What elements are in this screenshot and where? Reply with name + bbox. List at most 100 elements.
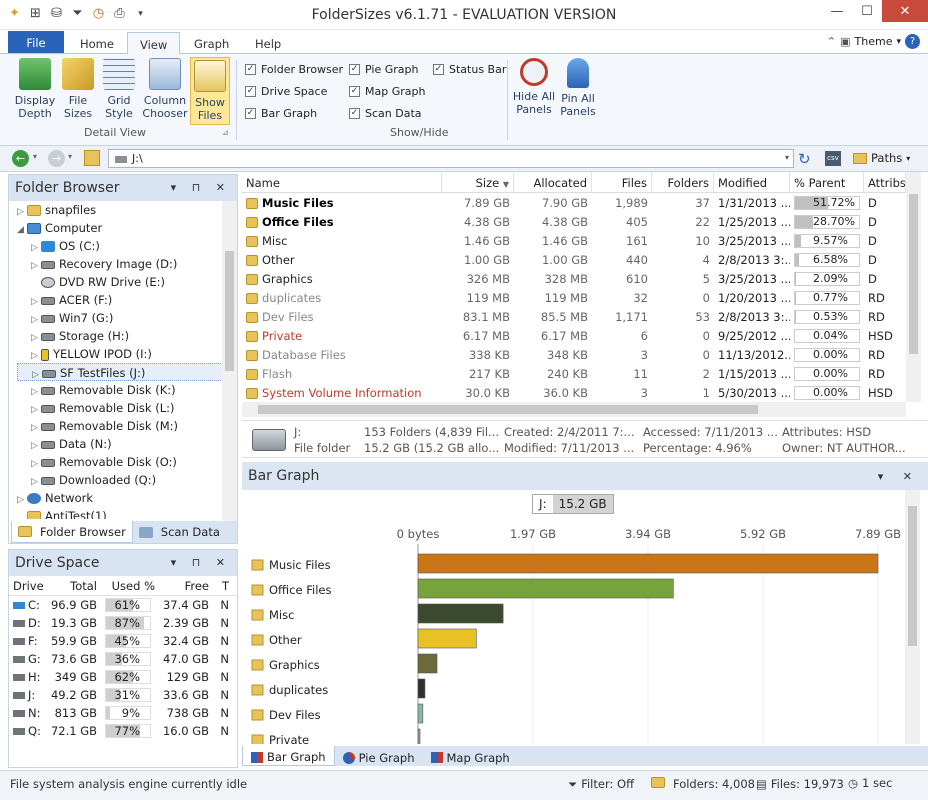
drive-row[interactable]: F: 59.9 GB 45% 32.4 GB N — [9, 632, 237, 650]
col-drive[interactable]: Drive — [9, 579, 47, 593]
tree-item[interactable]: ▷ OS (C:) — [17, 237, 237, 255]
chevron-down-icon[interactable]: ▾ — [785, 153, 789, 162]
tree-item[interactable]: ▷ Win7 (G:) — [17, 309, 237, 327]
forward-icon[interactable]: → — [48, 150, 65, 167]
col-free[interactable]: Free — [155, 579, 209, 593]
maximize-button[interactable]: ☐ — [852, 0, 882, 22]
col-name[interactable]: Name — [242, 172, 442, 192]
column-chooser-button[interactable]: Column Chooser — [142, 58, 188, 120]
col-total[interactable]: Total — [47, 579, 97, 593]
tab-pie-graph[interactable]: Pie Graph — [335, 746, 423, 766]
file-sizes-button[interactable]: File Sizes — [60, 58, 96, 120]
export-icon[interactable]: csv — [825, 151, 841, 166]
paths-button[interactable]: Paths ▾ — [853, 151, 910, 165]
drive-row[interactable]: J: 49.2 GB 31% 33.6 GB N — [9, 686, 237, 704]
bar[interactable] — [417, 553, 879, 574]
tree-item[interactable]: ▷ Removable Disk (M:) — [17, 417, 237, 435]
table-row[interactable]: duplicates 119 MB 119 MB 32 0 1/20/2013 ... 0.… — [242, 288, 906, 307]
tree-item[interactable]: ▷ snapfiles — [17, 201, 237, 219]
tree-item[interactable]: AntiTest(1) — [17, 507, 237, 519]
grid-vscrollbar-thumb[interactable] — [909, 194, 918, 354]
tree-item[interactable]: ▷ Data (N:) — [17, 435, 237, 453]
bar[interactable] — [417, 703, 424, 724]
col-percent-parent[interactable]: % Parent — [790, 172, 864, 192]
tree-item[interactable]: ◢ Computer — [17, 219, 237, 237]
table-row[interactable]: System Volume Information 30.0 KB 36.0 KB 3… — [242, 383, 906, 402]
tree-item[interactable]: ▷ Downloaded (Q:) — [17, 471, 237, 489]
collapse-ribbon-icon[interactable]: ⌃ — [827, 35, 836, 48]
graph-root-label[interactable]: J: 15.2 GB — [532, 494, 614, 514]
drive-row[interactable]: D: 19.3 GB 87% 2.39 GB N — [9, 614, 237, 632]
chevron-down-icon[interactable]: ▾ — [33, 152, 37, 161]
tab-file[interactable]: File — [8, 31, 64, 53]
tree-scrollbar[interactable] — [222, 201, 237, 521]
grid-hscrollbar-thumb[interactable] — [258, 405, 758, 414]
up-folder-icon[interactable] — [84, 150, 100, 166]
graph-vscrollbar[interactable] — [905, 490, 920, 744]
table-row[interactable]: Office Files 4.38 GB 4.38 GB 405 22 1/25/2013… — [242, 212, 906, 231]
tree-item[interactable]: ▷ Storage (H:) — [17, 327, 237, 345]
panel-controls[interactable]: ▾ ⊓ ✕ — [171, 556, 231, 569]
table-row[interactable]: Flash 217 KB 240 KB 11 2 1/15/2013 ... 0.00% RD — [242, 364, 906, 383]
drive-row[interactable]: H: 349 GB 62% 129 GB N — [9, 668, 237, 686]
dialog-launcher-icon[interactable]: ⊿ — [222, 128, 229, 137]
drive-row[interactable]: Q: 72.1 GB 77% 16.0 GB N — [9, 722, 237, 740]
pie-graph-checkbox[interactable]: ✓ Pie Graph — [349, 63, 418, 76]
refresh-icon[interactable]: ↻ — [798, 150, 811, 168]
expand-arrow-icon[interactable]: ◢ — [17, 221, 27, 239]
table-row[interactable]: Dev Files 83.1 MB 85.5 MB 1,171 53 2/8/2013 3… — [242, 307, 906, 326]
col-modified[interactable]: Modified — [714, 172, 790, 192]
table-row[interactable]: Private 6.17 MB 6.17 MB 6 0 9/25/2012 ... 0.04… — [242, 326, 906, 345]
tree-item[interactable]: ▷ Removable Disk (L:) — [17, 399, 237, 417]
minimize-button[interactable]: — — [822, 0, 852, 22]
tab-bar-graph[interactable]: Bar Graph — [242, 746, 335, 766]
tab-view[interactable]: View — [127, 32, 181, 55]
tree-item[interactable]: ▷ SF TestFiles (J:) — [17, 363, 237, 381]
table-row[interactable]: Misc 1.46 GB 1.46 GB 161 10 3/25/2013 ... 9.57… — [242, 231, 906, 250]
bar-graph-checkbox[interactable]: ✓ Bar Graph — [245, 107, 317, 120]
panel-controls[interactable]: ▾ ✕ — [878, 470, 920, 483]
col-files[interactable]: Files — [592, 172, 652, 192]
col-type[interactable]: T — [209, 579, 229, 593]
expand-arrow-icon[interactable]: ▷ — [31, 347, 41, 365]
table-row[interactable]: Graphics 326 MB 328 MB 610 5 3/25/2013 ... 2.0… — [242, 269, 906, 288]
bar[interactable] — [417, 728, 421, 744]
tree-item[interactable]: ▷ Recovery Image (D:) — [17, 255, 237, 273]
tree-item[interactable]: ▷ Network — [17, 489, 237, 507]
drive-row[interactable]: C: 96.9 GB 61% 37.4 GB N — [9, 596, 237, 614]
close-button[interactable]: ✕ — [882, 0, 928, 22]
status-bar-checkbox[interactable]: ✓ Status Bar — [433, 63, 506, 76]
col-allocated[interactable]: Allocated — [514, 172, 592, 192]
tab-graph[interactable]: Graph — [182, 32, 241, 54]
graph-vscrollbar-thumb[interactable] — [908, 506, 917, 646]
help-icon[interactable]: ? — [905, 34, 920, 49]
tree-scrollbar-thumb[interactable] — [225, 251, 234, 371]
address-input[interactable]: J:\ ▾ — [108, 149, 794, 168]
drive-row[interactable]: N: 813 GB 9% 738 GB N — [9, 704, 237, 722]
panel-controls[interactable]: ▾ ⊓ ✕ — [171, 181, 231, 194]
display-depth-button[interactable]: Display Depth — [12, 58, 58, 120]
tab-help[interactable]: Help — [243, 32, 293, 54]
table-row[interactable]: Database Files 338 KB 348 KB 3 0 11/13/2012..… — [242, 345, 906, 364]
col-size[interactable]: Size ▼ — [442, 172, 514, 192]
tab-scan-data[interactable]: Scan Data — [133, 521, 226, 543]
status-filter[interactable]: ⏷ Filter: Off — [568, 777, 634, 792]
tree-item[interactable]: ▷ Removable Disk (K:) — [17, 381, 237, 399]
tab-folder-browser[interactable]: Folder Browser — [11, 521, 133, 543]
theme-button[interactable]: Theme — [855, 35, 893, 48]
bar[interactable] — [417, 678, 426, 699]
bar[interactable] — [417, 628, 477, 649]
col-attribs[interactable]: Attribs — [864, 172, 906, 192]
tree-item[interactable]: ▷ ACER (F:) — [17, 291, 237, 309]
table-row[interactable]: Music Files 7.89 GB 7.90 GB 1,989 37 1/31/201… — [242, 193, 906, 212]
scan-data-checkbox[interactable]: ✓ Scan Data — [349, 107, 422, 120]
back-icon[interactable]: ← — [12, 150, 29, 167]
map-graph-checkbox[interactable]: ✓ Map Graph — [349, 85, 425, 98]
bar[interactable] — [417, 653, 438, 674]
tree-item[interactable]: ▷ Removable Disk (O:) — [17, 453, 237, 471]
folder-browser-checkbox[interactable]: ✓ Folder Browser — [245, 63, 343, 76]
bar[interactable] — [417, 603, 504, 624]
bar[interactable] — [417, 578, 674, 599]
tree-item[interactable]: DVD RW Drive (E:) — [17, 273, 237, 291]
chevron-down-icon[interactable]: ▾ — [896, 37, 901, 47]
